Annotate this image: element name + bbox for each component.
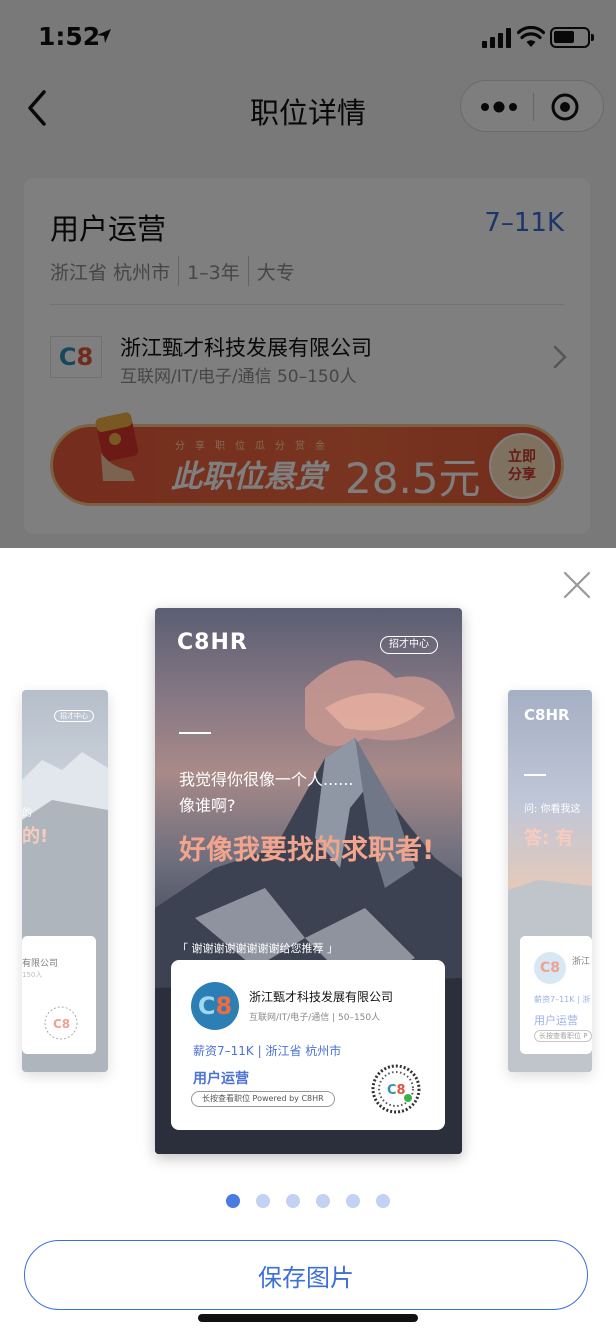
poster-line2: 像谁啊? [179, 796, 236, 815]
qr-code-icon: C8 [371, 1064, 421, 1114]
qr-code-icon: C8 [44, 1006, 78, 1040]
poster-company-info: 互联网/IT/电子/通信 | 50–150人 [249, 1013, 381, 1023]
poster-company-name: 浙江甄才科技发展有限公司 [249, 990, 394, 1004]
home-indicator [198, 1314, 418, 1322]
carousel-dot[interactable] [256, 1194, 270, 1208]
svg-text:C8: C8 [387, 1083, 406, 1098]
poster-tag: 招才中心 [54, 710, 94, 722]
poster-headline: 好像我要找的求职者! [179, 835, 435, 866]
svg-text:C8: C8 [53, 1017, 70, 1031]
poster-dash [179, 732, 211, 734]
close-icon[interactable] [562, 570, 592, 600]
poster-tag: 招才中心 [380, 636, 438, 654]
carousel-dot[interactable] [376, 1194, 390, 1208]
poster-salary: 薪资7–11K | 浙江省 杭州市 [193, 1044, 342, 1058]
company-logo: C8 [191, 982, 239, 1030]
poster-preview-right[interactable]: C8HR 问: 你看我这 答: 有 C8 浙江 薪资7–11K | 浙 用户运营… [508, 690, 592, 1072]
share-sheet: 招才中心 的 的! 有限公司 150人 C8 C8HR 问: 你看我这 答: 有… [0, 548, 616, 1334]
poster-preview-main[interactable]: C8HR 招才中心 我觉得你很像一个人...... 像谁啊? 好像我要找的求职者… [155, 608, 462, 1154]
carousel-dot[interactable] [286, 1194, 300, 1208]
poster-preview-left[interactable]: 招才中心 的 的! 有限公司 150人 C8 [22, 690, 108, 1072]
poster-thanks: 「 谢谢谢谢谢谢谢谢给您推荐 」 [177, 942, 338, 955]
carousel-dot[interactable] [226, 1194, 240, 1208]
carousel-dot[interactable] [316, 1194, 330, 1208]
poster-job-card: C8 浙江甄才科技发展有限公司 互联网/IT/电子/通信 | 50–150人 薪… [171, 960, 445, 1130]
carousel-dot[interactable] [346, 1194, 360, 1208]
poster-job-title: 用户运营 [193, 1071, 249, 1087]
poster-brand: C8HR [177, 630, 248, 655]
poster-line1: 我觉得你很像一个人...... [179, 770, 354, 789]
carousel-dots [226, 1194, 390, 1208]
save-image-button[interactable]: 保存图片 [24, 1240, 588, 1310]
poster-powered-pill: 长按查看职位 Powered by C8HR [191, 1091, 335, 1107]
modal-overlay[interactable] [0, 0, 616, 548]
